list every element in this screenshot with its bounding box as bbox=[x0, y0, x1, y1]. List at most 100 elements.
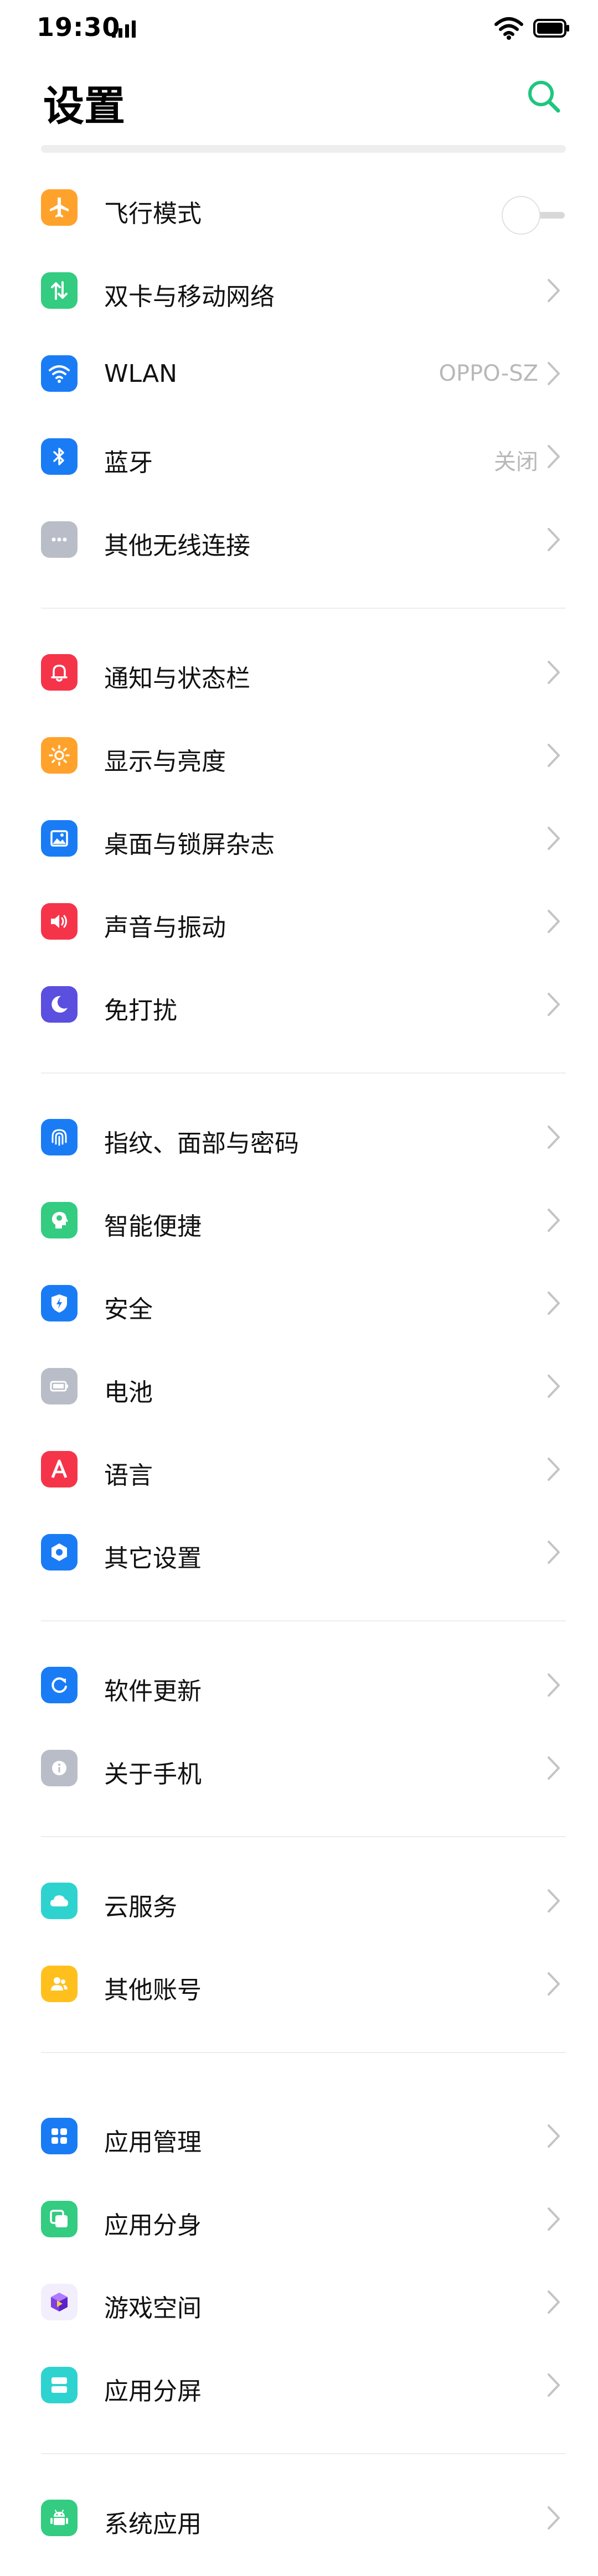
cloud-label: 云服务 bbox=[104, 1893, 177, 1921]
shield-icon bbox=[41, 1285, 78, 1321]
accounts-icon bbox=[41, 1966, 78, 2002]
search-icon[interactable] bbox=[524, 76, 564, 116]
chevron-right-icon bbox=[548, 1292, 560, 1315]
app-manage-label: 应用管理 bbox=[104, 2128, 202, 2157]
bluetooth-value: 关闭 bbox=[494, 449, 538, 475]
settings-item-wallpaper[interactable]: 桌面与锁屏杂志 bbox=[0, 797, 598, 880]
settings-item-dual-sim[interactable]: 双卡与移动网络 bbox=[0, 249, 598, 332]
info-icon bbox=[41, 1750, 78, 1786]
airplane-mode-toggle[interactable] bbox=[502, 196, 565, 235]
cloud-icon bbox=[41, 1883, 78, 1919]
chevron-right-icon bbox=[548, 2506, 560, 2530]
settings-item-wlan[interactable]: WLAN OPPO-SZ bbox=[0, 332, 598, 415]
chevron-right-icon bbox=[548, 1458, 560, 1481]
section-divider bbox=[41, 1072, 566, 1074]
settings-item-accounts[interactable]: 其他账号 bbox=[0, 1942, 598, 2025]
hexagon-gear-icon bbox=[41, 1534, 78, 1571]
airplane-icon bbox=[41, 189, 78, 226]
game-cube-icon bbox=[41, 2284, 78, 2320]
settings-item-biometrics[interactable]: 指纹、面部与密码 bbox=[0, 1096, 598, 1179]
header-divider bbox=[41, 145, 566, 153]
bluetooth-label: 蓝牙 bbox=[104, 449, 153, 477]
settings-item-smart[interactable]: 智能便捷 bbox=[0, 1179, 598, 1262]
settings-item-other-wireless[interactable]: 其他无线连接 bbox=[0, 498, 598, 581]
game-space-label: 游戏空间 bbox=[104, 2294, 202, 2323]
chevron-right-icon bbox=[548, 279, 560, 302]
wlan-label: WLAN bbox=[104, 360, 178, 388]
header: 设置 bbox=[0, 61, 598, 144]
settings-item-airplane-mode[interactable]: 飞行模式 bbox=[0, 166, 598, 249]
settings-item-display[interactable]: 显示与亮度 bbox=[0, 714, 598, 797]
settings-item-app-manage[interactable]: 应用管理 bbox=[0, 2095, 598, 2178]
other-wireless-label: 其他无线连接 bbox=[104, 532, 250, 560]
chevron-right-icon bbox=[548, 2207, 560, 2231]
wallpaper-label: 桌面与锁屏杂志 bbox=[104, 831, 275, 859]
chevron-right-icon bbox=[548, 2373, 560, 2397]
settings-item-sound[interactable]: 声音与振动 bbox=[0, 880, 598, 963]
settings-item-battery[interactable]: 电池 bbox=[0, 1345, 598, 1428]
status-time: 19:30 bbox=[37, 12, 121, 42]
split-screen-icon bbox=[41, 2367, 78, 2403]
about-label: 关于手机 bbox=[104, 1760, 202, 1789]
wifi-status-icon bbox=[494, 17, 523, 40]
language-label: 语言 bbox=[104, 1461, 153, 1490]
apps-grid-icon bbox=[41, 2118, 78, 2154]
section-divider bbox=[41, 2052, 566, 2053]
settings-item-system-apps[interactable]: 系统应用 bbox=[0, 2476, 598, 2559]
section-divider bbox=[41, 1836, 566, 1837]
chevron-right-icon bbox=[548, 1375, 560, 1398]
settings-item-notifications[interactable]: 通知与状态栏 bbox=[0, 631, 598, 714]
chevron-right-icon bbox=[548, 528, 560, 551]
settings-item-app-clone[interactable]: 应用分身 bbox=[0, 2178, 598, 2261]
chevron-right-icon bbox=[548, 1209, 560, 1232]
bell-icon bbox=[41, 654, 78, 691]
settings-item-language[interactable]: 语言 bbox=[0, 1428, 598, 1511]
settings-item-software-update[interactable]: 软件更新 bbox=[0, 1644, 598, 1727]
biometrics-label: 指纹、面部与密码 bbox=[104, 1129, 299, 1158]
split-screen-label: 应用分屏 bbox=[104, 2377, 202, 2406]
settings-item-game-space[interactable]: 游戏空间 bbox=[0, 2261, 598, 2344]
accounts-label: 其他账号 bbox=[104, 1976, 202, 2004]
other-settings-label: 其它设置 bbox=[104, 1544, 202, 1573]
display-label: 显示与亮度 bbox=[104, 748, 226, 776]
chevron-right-icon bbox=[548, 362, 560, 385]
bluetooth-icon bbox=[41, 438, 78, 475]
system-apps-label: 系统应用 bbox=[104, 2510, 202, 2538]
speaker-icon bbox=[41, 903, 78, 940]
data-arrows-icon bbox=[41, 272, 78, 309]
app-clone-label: 应用分身 bbox=[104, 2211, 202, 2240]
dual-sim-label: 双卡与移动网络 bbox=[104, 283, 275, 311]
smart-label: 智能便捷 bbox=[104, 1212, 202, 1241]
settings-item-about[interactable]: 关于手机 bbox=[0, 1727, 598, 1810]
chevron-right-icon bbox=[548, 2124, 560, 2148]
chevron-right-icon bbox=[548, 661, 560, 684]
moon-icon bbox=[41, 986, 78, 1023]
settings-item-bluetooth[interactable]: 蓝牙 关闭 bbox=[0, 415, 598, 498]
section-divider bbox=[41, 608, 566, 609]
more-dots-icon bbox=[41, 521, 78, 558]
settings-item-split-screen[interactable]: 应用分屏 bbox=[0, 2344, 598, 2427]
settings-item-security[interactable]: 安全 bbox=[0, 1262, 598, 1345]
update-icon bbox=[41, 1667, 78, 1703]
page-title: 设置 bbox=[43, 82, 125, 130]
signal-icon bbox=[112, 20, 136, 38]
chevron-right-icon bbox=[548, 445, 560, 468]
chevron-right-icon bbox=[548, 910, 560, 933]
notifications-label: 通知与状态栏 bbox=[104, 665, 250, 693]
chevron-right-icon bbox=[548, 1126, 560, 1149]
chevron-right-icon bbox=[548, 1541, 560, 1564]
settings-item-cloud[interactable]: 云服务 bbox=[0, 1859, 598, 1942]
toggle-knob bbox=[502, 196, 540, 235]
section-divider bbox=[41, 1620, 566, 1621]
sound-label: 声音与振动 bbox=[104, 914, 226, 942]
picture-icon bbox=[41, 820, 78, 857]
settings-item-other-settings[interactable]: 其它设置 bbox=[0, 1511, 598, 1594]
wlan-value: OPPO-SZ bbox=[439, 361, 538, 386]
chevron-right-icon bbox=[548, 1673, 560, 1697]
settings-item-dnd[interactable]: 免打扰 bbox=[0, 963, 598, 1046]
chevron-right-icon bbox=[548, 1756, 560, 1780]
android-icon bbox=[41, 2500, 78, 2536]
battery-icon bbox=[41, 1368, 78, 1404]
battery-status-icon bbox=[533, 19, 569, 38]
wifi-icon bbox=[41, 355, 78, 392]
